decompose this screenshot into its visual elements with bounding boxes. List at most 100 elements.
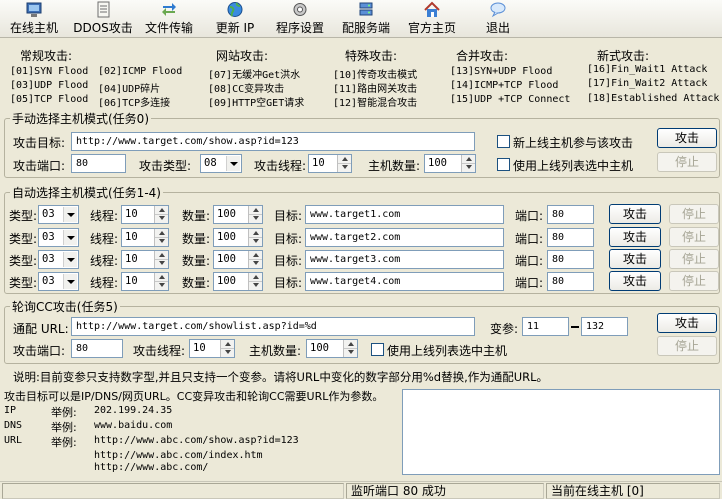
spinner-arrows-icon[interactable] xyxy=(248,251,262,268)
online-hosts-button[interactable]: 在线主机 xyxy=(4,0,64,38)
attack-item: [09]HTTP空GET请求 xyxy=(208,98,305,109)
cc-stop-button[interactable]: 停止 xyxy=(657,336,717,356)
task-attack-button[interactable]: 攻击 xyxy=(609,204,661,224)
help-line: 攻击目标可以是IP/DNS/网页URL。CC变异攻击和轮询CC需要URL作为参数… xyxy=(4,390,384,403)
field-label: 目标: xyxy=(274,209,303,223)
program-settings-button[interactable]: 程序设置 xyxy=(272,0,328,38)
spinner-arrows-icon[interactable] xyxy=(154,206,168,223)
spinner-arrows-icon[interactable] xyxy=(343,340,357,357)
task-count-spinner[interactable]: 100 xyxy=(213,228,263,247)
new-host-checkbox[interactable] xyxy=(497,135,510,148)
configure-server-button[interactable]: 配服务端 xyxy=(338,0,394,38)
task-attack-button[interactable]: 攻击 xyxy=(609,249,661,269)
field-label: 线程: xyxy=(90,209,119,223)
field-label: 主机数量: xyxy=(368,159,421,173)
attack-item: [07]无缓冲Get洪水 xyxy=(208,70,301,81)
manual-attack-button[interactable]: 攻击 xyxy=(657,128,717,148)
log-area[interactable] xyxy=(402,389,720,475)
chat-bubble-icon xyxy=(490,2,506,18)
cc-hosts-spinner[interactable]: 100 xyxy=(306,339,358,358)
spinner-value: 10 xyxy=(193,342,206,354)
cc-port-input[interactable]: 80 xyxy=(71,339,123,358)
field-label: 类型: xyxy=(9,254,38,268)
task-stop-button[interactable]: 停止 xyxy=(669,204,719,224)
settings-icon xyxy=(293,3,307,16)
cc-threads-spinner[interactable]: 10 xyxy=(189,339,235,358)
field-label: 端口: xyxy=(515,232,544,246)
task-count-spinner[interactable]: 100 xyxy=(213,250,263,269)
task-port-input[interactable]: 80 xyxy=(547,228,594,247)
port-input[interactable]: 80 xyxy=(71,154,126,173)
attack-item: [12]智能混合攻击 xyxy=(333,98,418,109)
file-transfer-button[interactable]: 文件传输 xyxy=(142,0,196,38)
ddos-attack-button[interactable]: DDOS攻击 xyxy=(70,0,136,38)
task-count-spinner[interactable]: 100 xyxy=(213,272,263,291)
threads-spinner[interactable]: 10 xyxy=(308,154,352,173)
official-homepage-button[interactable]: 官方主页 xyxy=(404,0,460,38)
select-value: 03 xyxy=(42,253,55,265)
task-port-input[interactable]: 80 xyxy=(547,250,594,269)
field-label: 攻击目标: xyxy=(13,136,66,150)
status-bar: 监听端口 80 成功 当前在线主机 [0] xyxy=(0,481,722,499)
cc-use-list-checkbox[interactable] xyxy=(371,343,384,356)
task-target-input[interactable]: www.target1.com xyxy=(305,205,504,224)
task-stop-button[interactable]: 停止 xyxy=(669,249,719,269)
checkbox-label: 使用上线列表选中主机 xyxy=(513,159,634,173)
var-to-input[interactable]: 132 xyxy=(581,317,628,336)
cc-attack-button[interactable]: 攻击 xyxy=(657,313,717,333)
task-threads-spinner[interactable]: 10 xyxy=(121,205,169,224)
toolbar-label: 更新 IP xyxy=(215,21,255,35)
spinner-arrows-icon[interactable] xyxy=(154,229,168,246)
task-threads-spinner[interactable]: 10 xyxy=(121,250,169,269)
group-title: 轮询CC攻击(任务5) xyxy=(10,298,120,315)
cc-url-input[interactable]: http://www.target.com/showlist.asp?id=%d xyxy=(71,317,475,336)
spinner-arrows-icon[interactable] xyxy=(461,155,475,172)
dropdown-arrow-icon xyxy=(226,156,240,171)
field-label: 线程: xyxy=(90,232,119,246)
spinner-arrows-icon[interactable] xyxy=(154,251,168,268)
task-type-select[interactable]: 03 xyxy=(38,250,79,269)
status-cell xyxy=(2,483,344,499)
toolbar-label: 退出 xyxy=(485,21,510,35)
task-type-select[interactable]: 03 xyxy=(38,272,79,291)
attack-item: [16]Fin_Wait1 Attack xyxy=(587,64,708,75)
task-port-input[interactable]: 80 xyxy=(547,205,594,224)
example-label: 举例: xyxy=(51,406,77,419)
toolbar-label: 官方主页 xyxy=(407,21,456,35)
task-count-spinner[interactable]: 100 xyxy=(213,205,263,224)
task-target-input[interactable]: www.target3.com xyxy=(305,250,504,269)
task-port-input[interactable]: 80 xyxy=(547,272,594,291)
use-list-checkbox[interactable] xyxy=(497,158,510,171)
task-attack-button[interactable]: 攻击 xyxy=(609,271,661,291)
field-label: 数量: xyxy=(182,276,211,290)
task-attack-button[interactable]: 攻击 xyxy=(609,227,661,247)
attack-type-select[interactable]: 08 xyxy=(200,154,242,173)
task-type-select[interactable]: 03 xyxy=(38,228,79,247)
target-input[interactable]: http://www.target.com/show.asp?id=123 xyxy=(71,132,475,151)
spinner-arrows-icon[interactable] xyxy=(248,229,262,246)
exit-button[interactable]: 退出 xyxy=(478,0,518,38)
var-from-input[interactable]: 11 xyxy=(522,317,569,336)
spinner-arrows-icon[interactable] xyxy=(248,206,262,223)
task-threads-spinner[interactable]: 10 xyxy=(121,228,169,247)
spinner-arrows-icon[interactable] xyxy=(337,155,351,172)
task-type-select[interactable]: 03 xyxy=(38,205,79,224)
spinner-arrows-icon[interactable] xyxy=(220,340,234,357)
listen-status: 监听端口 80 成功 xyxy=(346,483,544,499)
task-target-input[interactable]: www.target4.com xyxy=(305,272,504,291)
task-stop-button[interactable]: 停止 xyxy=(669,227,719,247)
task-stop-button[interactable]: 停止 xyxy=(669,271,719,291)
hosts-spinner[interactable]: 100 xyxy=(424,154,476,173)
spinner-arrows-icon[interactable] xyxy=(154,273,168,290)
field-label: 目标: xyxy=(274,276,303,290)
spinner-arrows-icon[interactable] xyxy=(248,273,262,290)
attack-item: [08]CC变异攻击 xyxy=(208,84,285,95)
spinner-value: 100 xyxy=(217,208,236,220)
toolbar-label: 在线主机 xyxy=(9,21,58,35)
task-target-input[interactable]: www.target2.com xyxy=(305,228,504,247)
update-ip-button[interactable]: 更新 IP xyxy=(210,0,260,38)
document-icon xyxy=(97,1,110,18)
manual-stop-button[interactable]: 停止 xyxy=(657,152,717,172)
task-threads-spinner[interactable]: 10 xyxy=(121,272,169,291)
checkbox-label: 新上线主机参与该攻击 xyxy=(513,136,634,150)
